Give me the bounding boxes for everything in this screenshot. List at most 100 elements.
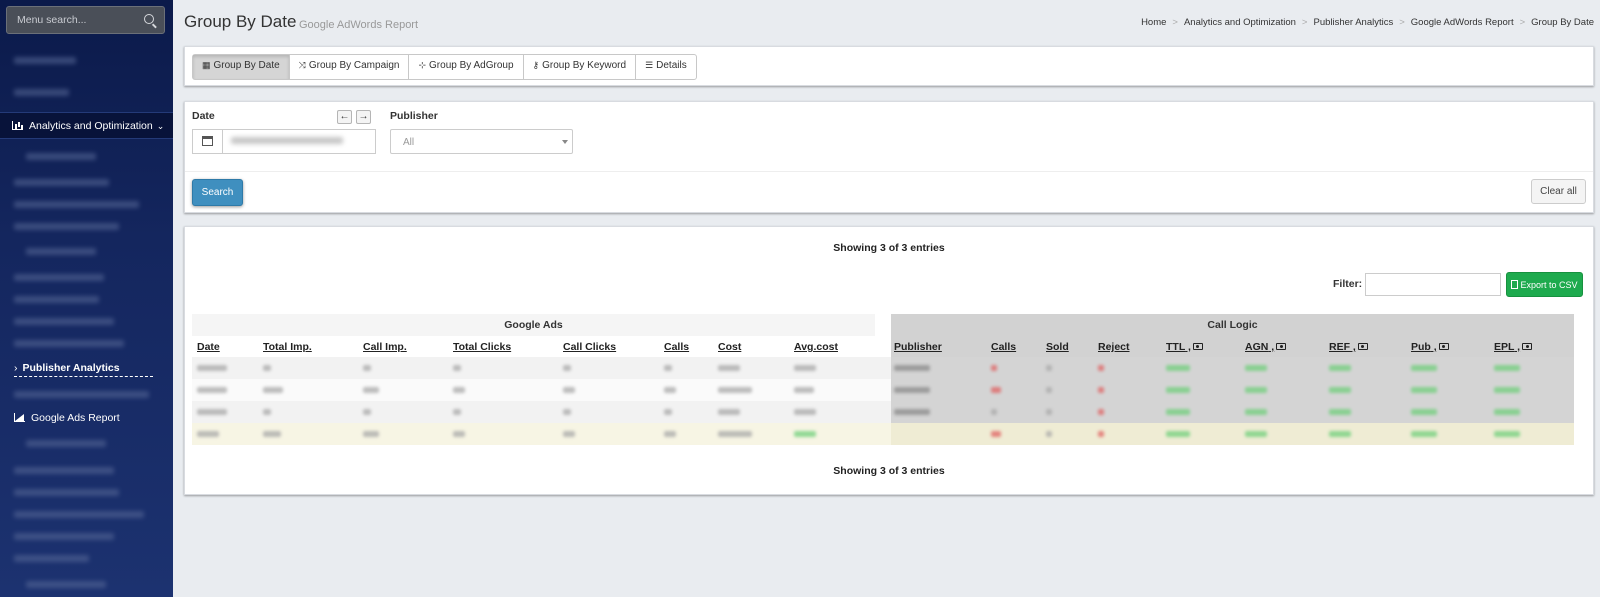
publisher-select[interactable]: All: [390, 129, 573, 154]
tab-label: Group By Date: [213, 60, 280, 71]
next-date-button[interactable]: →: [356, 110, 371, 124]
file-excel-icon: [1511, 280, 1519, 289]
export-csv-label: Export to CSV: [1520, 280, 1578, 290]
tab-group-by-campaign[interactable]: ⤨ Group By Campaign: [290, 55, 410, 79]
col-ttl[interactable]: TTL ,: [1166, 341, 1203, 353]
sidebar-item-publisher-analytics[interactable]: › Publisher Analytics: [14, 362, 153, 377]
export-csv-button[interactable]: Export to CSV: [1506, 272, 1583, 297]
col-total-imp[interactable]: Total Imp.: [263, 341, 312, 353]
col-epl[interactable]: EPL ,: [1494, 341, 1533, 353]
tab-label: Group By Keyword: [542, 60, 627, 71]
breadcrumb-item-current: Group By Date: [1531, 17, 1594, 28]
sidebar-item-blurred[interactable]: [0, 293, 173, 305]
sidebar-subheader-blurred: [0, 245, 173, 257]
sidebar-item-blurred[interactable]: [0, 220, 173, 232]
col-pub-label: Pub: [1411, 341, 1431, 353]
sidebar-item-google-ads-report[interactable]: Google Ads Report: [14, 412, 120, 424]
breadcrumb-item[interactable]: Google AdWords Report: [1411, 17, 1514, 28]
col-call-clicks[interactable]: Call Clicks: [563, 341, 616, 353]
sidebar-item-blurred[interactable]: [0, 86, 173, 98]
sidebar-item-blurred[interactable]: [0, 552, 173, 564]
sidebar-item-blurred[interactable]: [0, 530, 173, 542]
google-ads-column-headers: Date Total Imp. Call Imp. Total Clicks C…: [192, 336, 875, 357]
sidebar-item-blurred[interactable]: [0, 464, 173, 476]
google-ads-cells: [192, 423, 891, 445]
sidebar-item-blurred[interactable]: [0, 337, 173, 349]
filter-panel: Date ← → Publisher All Search Clear all: [184, 101, 1594, 213]
sidebar-item-blurred[interactable]: [0, 486, 173, 498]
sidebar-item-blurred[interactable]: [0, 176, 173, 188]
table-row-total: [192, 423, 1574, 445]
tab-group-by-keyword[interactable]: ⚷ Group By Keyword: [524, 55, 637, 79]
group-header-call-logic: Call Logic: [891, 314, 1574, 336]
col-ref[interactable]: REF ,: [1329, 341, 1368, 353]
call-logic-cells: [891, 423, 1574, 445]
shuffle-icon: ⤨: [298, 60, 306, 70]
google-ads-cells: [192, 379, 891, 401]
sidebar-item-blurred[interactable]: [0, 271, 173, 283]
filter-label: Filter:: [1333, 278, 1363, 290]
date-addon[interactable]: [193, 130, 223, 153]
calendar-icon: ▦: [202, 60, 211, 70]
search-button[interactable]: Search: [192, 179, 243, 206]
breadcrumb-item[interactable]: Analytics and Optimization: [1184, 17, 1296, 28]
eye-icon[interactable]: [1438, 343, 1449, 350]
col-call-imp[interactable]: Call Imp.: [363, 341, 407, 353]
eye-icon[interactable]: [1522, 343, 1533, 350]
col-pub[interactable]: Pub ,: [1411, 341, 1449, 353]
sidebar-subheader-blurred: [0, 437, 173, 449]
divider: [185, 171, 1593, 172]
eye-icon[interactable]: [1192, 343, 1203, 350]
col-calls[interactable]: Calls: [664, 341, 689, 353]
sidebar-item-blurred[interactable]: [0, 54, 173, 66]
col-date[interactable]: Date: [197, 341, 220, 353]
col-reject[interactable]: Reject: [1098, 341, 1130, 353]
bar-chart-icon: [12, 121, 23, 130]
tab-group-by-date[interactable]: ▦ Group By Date: [193, 55, 290, 79]
report-table-panel: Showing 3 of 3 entries Filter: Export to…: [184, 226, 1594, 495]
arrow-left-icon: ←: [339, 111, 350, 122]
breadcrumb-item[interactable]: Publisher Analytics: [1313, 17, 1393, 28]
col-agn[interactable]: AGN ,: [1245, 341, 1287, 353]
col-sold[interactable]: Sold: [1046, 341, 1069, 353]
clear-all-button[interactable]: Clear all: [1531, 179, 1586, 204]
filter-input[interactable]: [1365, 273, 1501, 296]
area-chart-icon: [14, 413, 25, 422]
breadcrumb-item[interactable]: Home: [1141, 17, 1166, 28]
table-row: [192, 379, 1574, 401]
sidebar-subheader-blurred: [0, 578, 173, 590]
date-range-field[interactable]: [192, 129, 376, 154]
col-cost[interactable]: Cost: [718, 341, 741, 353]
prev-date-button[interactable]: ←: [337, 110, 352, 124]
sidebar-item-blurred[interactable]: [0, 198, 173, 210]
date-label: Date: [192, 110, 215, 122]
eye-icon[interactable]: [1357, 343, 1368, 350]
sidebar-subheader-blurred: [0, 150, 173, 162]
tab-label: Details: [656, 60, 687, 71]
search-icon[interactable]: [144, 14, 154, 24]
tab-details[interactable]: ☰ Details: [636, 55, 696, 79]
breadcrumb: Home > Analytics and Optimization > Publishe…: [1141, 17, 1594, 28]
col-total-clicks[interactable]: Total Clicks: [453, 341, 511, 353]
sitemap-icon: ⊹: [418, 60, 427, 70]
calendar-icon: [202, 136, 213, 146]
sidebar-item-analytics-optimization[interactable]: Analytics and Optimization ⌄: [0, 112, 173, 139]
table-row: [192, 357, 1574, 379]
sidebar-item-blurred[interactable]: [0, 315, 173, 327]
call-logic-column-headers: Publisher Calls Sold Reject TTL , AGN , …: [891, 336, 1574, 357]
call-logic-cells: [891, 379, 1574, 401]
sidebar-item-blurred[interactable]: [0, 388, 173, 400]
sidebar-item-label: Analytics and Optimization: [29, 120, 153, 132]
google-ads-cells: [192, 401, 891, 423]
col-cl-calls[interactable]: Calls: [991, 341, 1016, 353]
col-publisher[interactable]: Publisher: [894, 341, 942, 353]
publisher-label: Publisher: [390, 110, 438, 122]
table-row: [192, 401, 1574, 423]
key-icon: ⚷: [532, 60, 540, 70]
col-avg-cost[interactable]: Avg.cost: [794, 341, 838, 353]
tab-group-by-adgroup[interactable]: ⊹ Group By AdGroup: [409, 55, 524, 79]
sidebar-item-blurred[interactable]: [0, 508, 173, 520]
eye-icon[interactable]: [1276, 343, 1287, 350]
caret-down-icon: [562, 140, 568, 144]
menu-search-input[interactable]: Menu search...: [6, 6, 165, 34]
